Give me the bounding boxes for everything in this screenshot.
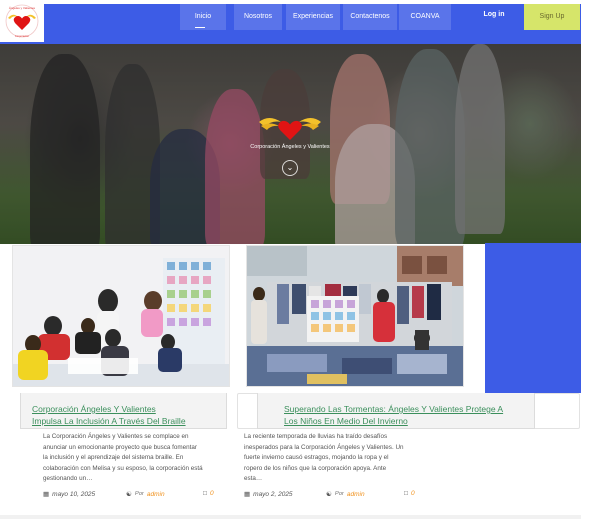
nav-inicio[interactable]: Inicio — [180, 4, 226, 30]
post-2-title-line2[interactable]: Los Niños En Medio Del Invierno — [284, 415, 503, 427]
post-date: mayo 2, 2025 — [253, 490, 293, 498]
post-1-title-line1[interactable]: Corporación Ángeles Y Valientes — [32, 403, 186, 415]
comment-icon: □ — [203, 490, 207, 497]
excerpt-line: La reciente temporada de lluvias ha traí… — [244, 433, 388, 440]
excerpt-line: esta… — [244, 475, 263, 482]
excerpt-line: inesperados para la Corporación Ángeles … — [244, 443, 404, 451]
page-right-margin — [581, 0, 595, 519]
nav-nosotros[interactable]: Nosotros — [234, 4, 282, 30]
user-icon: ☯ — [126, 491, 132, 498]
user-icon: ☯ — [326, 491, 332, 498]
svg-text:Ángeles y Valientes: Ángeles y Valientes — [9, 6, 36, 10]
post-2-excerpt: La reciente temporada de lluvias ha traí… — [244, 432, 444, 485]
hero-banner: Corporación Ángeles y Valientes ⌄ — [0, 44, 581, 244]
comment-count[interactable]: 0 — [210, 490, 214, 497]
post-1-date: ▦ mayo 10, 2025 — [43, 490, 96, 499]
excerpt-line: la inclusión y el aprendizaje del sistem… — [43, 454, 184, 461]
post-2-title-line1[interactable]: Superando Las Tormentas: Ángeles Y Valie… — [284, 403, 503, 415]
post-1-title[interactable]: Corporación Ángeles Y Valientes Impulsa … — [32, 403, 186, 427]
post-1-image[interactable] — [12, 245, 230, 387]
calendar-icon: ▦ — [43, 491, 50, 498]
author-link[interactable]: admin — [347, 491, 365, 498]
accent-block — [485, 243, 581, 393]
excerpt-line: colaboración con Melisa y su esposo, la … — [43, 464, 203, 472]
post-2-image[interactable] — [246, 245, 464, 387]
by-label: Por — [334, 491, 344, 497]
by-label: Por — [134, 491, 144, 497]
excerpt-line: anunciar un emocionante proyecto que bus… — [43, 443, 198, 451]
page-bottom-edge — [0, 515, 581, 519]
post-2-date: ▦ mayo 2, 2025 — [244, 490, 293, 499]
hero-brand-title: Corporación Ángeles y Valientes — [250, 144, 330, 150]
nav-contactenos[interactable]: Contactenos — [343, 4, 397, 30]
nav-experiencias[interactable]: Experiencias — [286, 4, 340, 30]
comment-icon: □ — [404, 490, 408, 497]
post-1-author: ☯ Por admin — [126, 490, 165, 499]
signup-button[interactable]: Sign Up — [524, 4, 580, 30]
calendar-icon: ▦ — [244, 491, 251, 498]
site-logo[interactable]: Ángeles y Valientes Corporación — [0, 0, 44, 42]
comment-count[interactable]: 0 — [411, 490, 415, 497]
chevron-down-icon[interactable]: ⌄ — [282, 160, 298, 176]
excerpt-line: La Corporación Ángeles y Valientes se co… — [43, 433, 189, 440]
post-2-author: ☯ Por admin — [326, 490, 365, 499]
svg-text:Corporación: Corporación — [15, 34, 30, 38]
site-header: Ángeles y Valientes Corporación Inicio N… — [0, 0, 595, 44]
nav-coanva[interactable]: COANVA — [399, 4, 451, 30]
post-2-comments[interactable]: □ 0 — [404, 490, 415, 497]
heart-wings-logo-icon: Ángeles y Valientes Corporación — [5, 4, 39, 38]
post-2-title[interactable]: Superando Las Tormentas: Ángeles Y Valie… — [284, 403, 503, 427]
post-date: mayo 10, 2025 — [52, 490, 96, 498]
post-1-title-line2[interactable]: Impulsa La Inclusión A Través Del Braill… — [32, 415, 186, 427]
author-link[interactable]: admin — [147, 491, 165, 498]
excerpt-line: gestionando un… — [43, 475, 93, 482]
excerpt-line: ropero de los niños que la corporación a… — [244, 464, 387, 472]
post-1-excerpt: La Corporación Ángeles y Valientes se co… — [43, 432, 233, 485]
hero-brand: Corporación Ángeles y Valientes — [240, 112, 340, 150]
excerpt-line: fuerte invierno causó estragos, mojando … — [244, 454, 389, 461]
login-link[interactable]: Log in — [470, 4, 518, 26]
heart-wings-icon — [259, 118, 321, 140]
post-1-comments[interactable]: □ 0 — [203, 490, 214, 497]
